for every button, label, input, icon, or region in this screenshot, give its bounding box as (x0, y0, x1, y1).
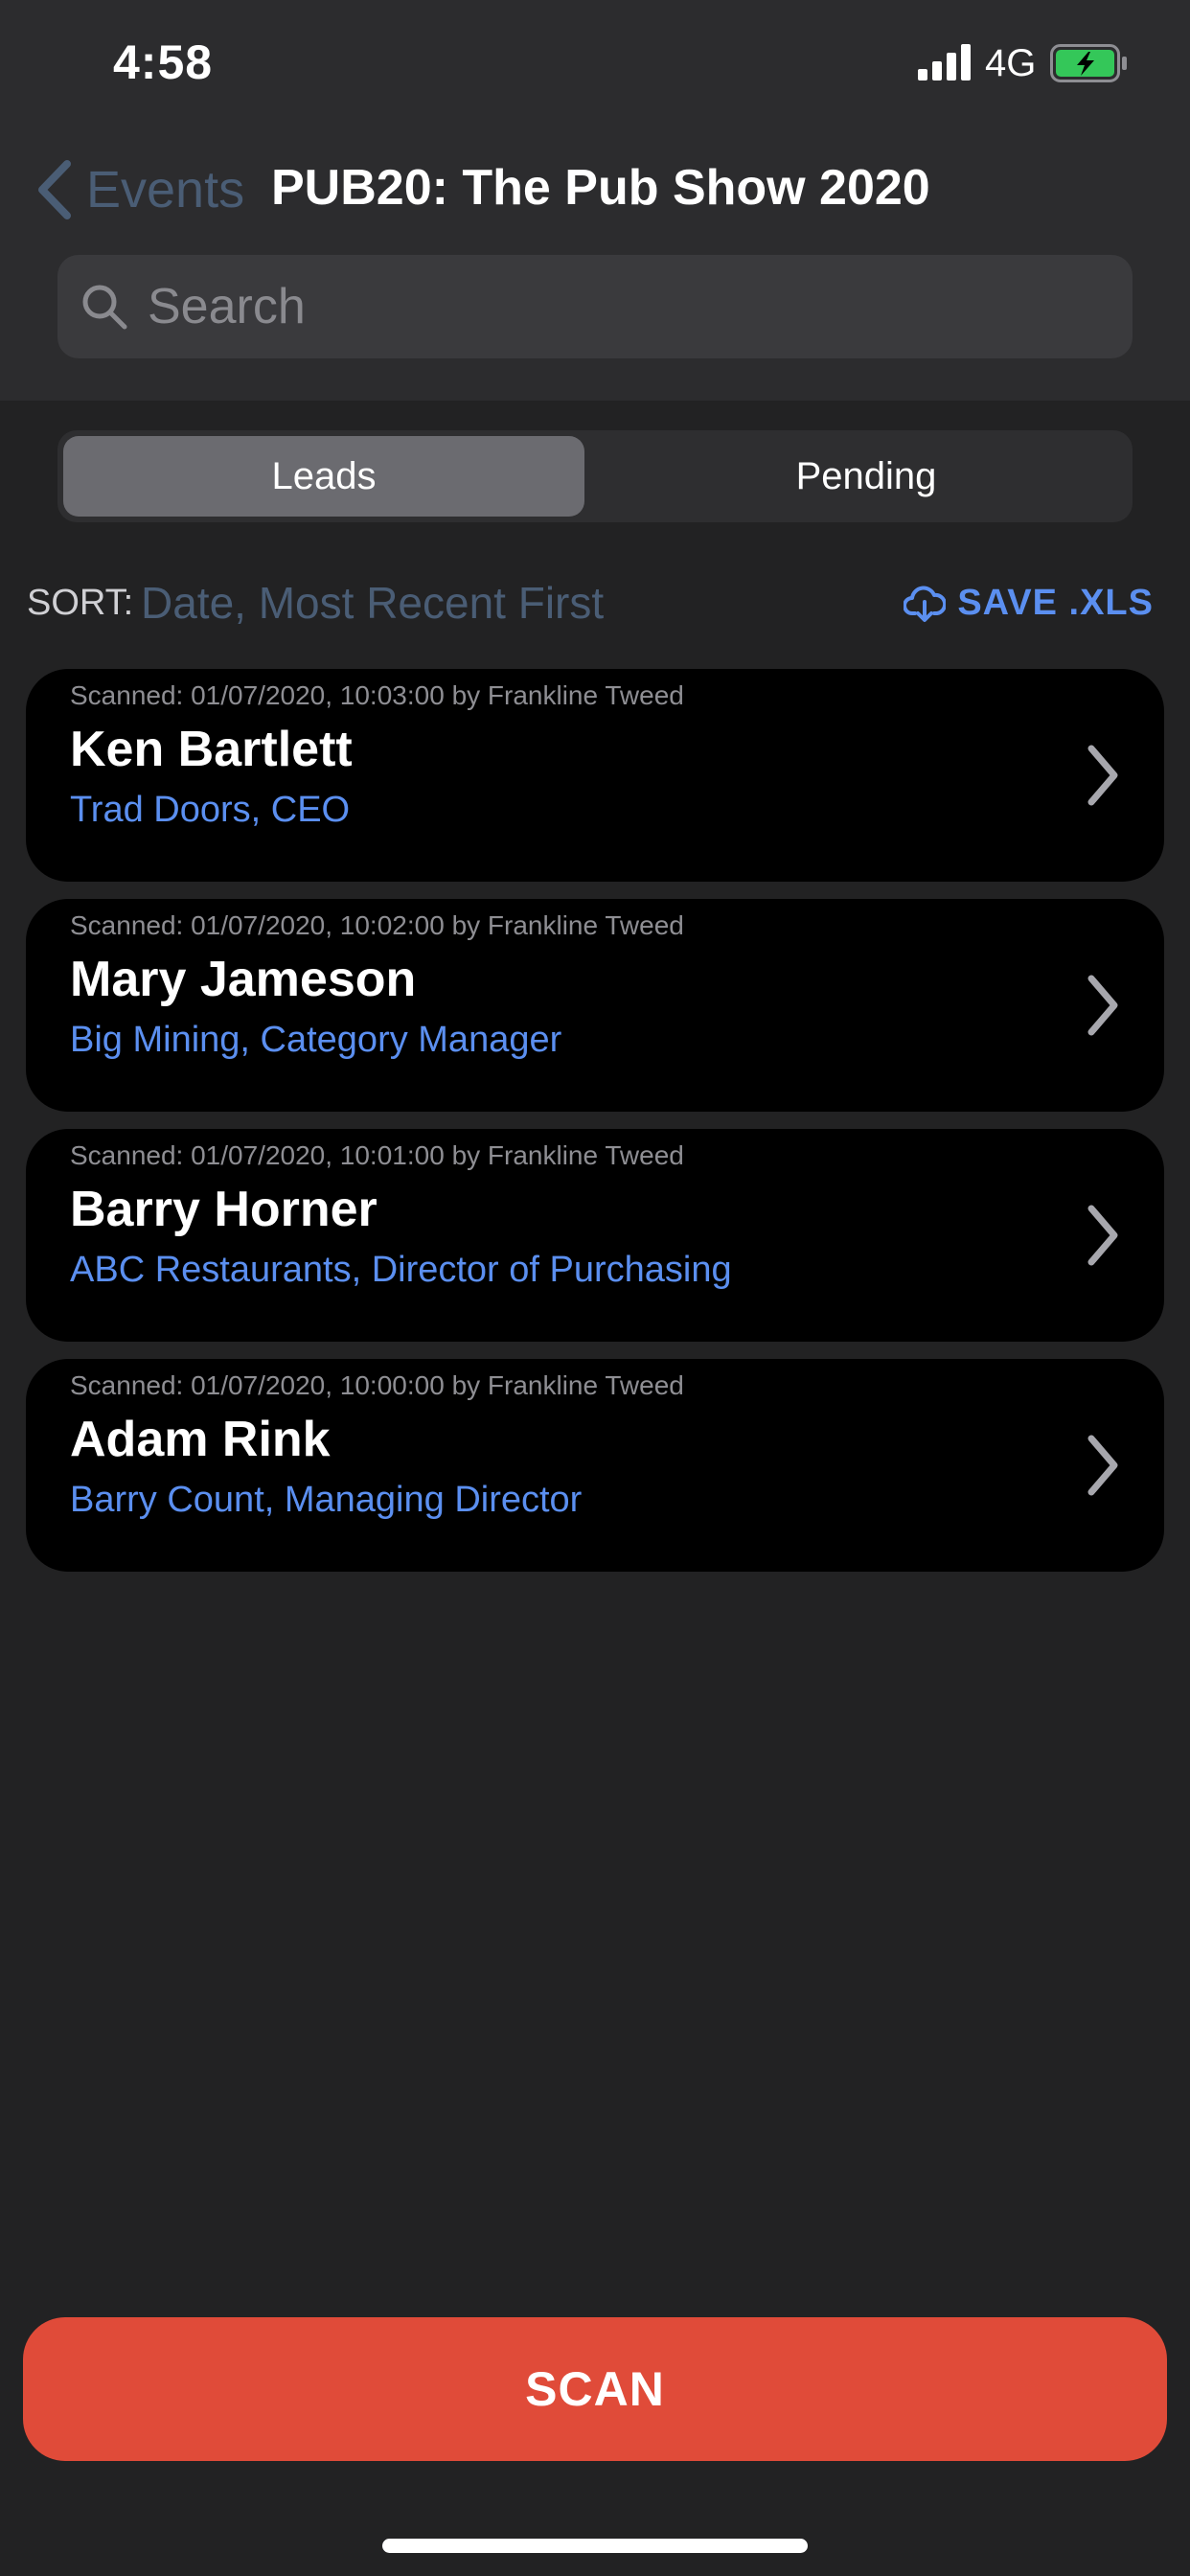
chevron-right-icon (1087, 975, 1118, 1036)
cellular-signal-icon (918, 44, 971, 80)
lead-company: Trad Doors, CEO (70, 790, 351, 830)
header-area: 4:58 4G Events PUB20: The Pub Show 2020 (0, 0, 1190, 401)
chevron-left-icon (38, 160, 71, 219)
save-xls-button[interactable]: SAVE .XLS (904, 583, 1154, 624)
lead-name: Mary Jameson (70, 952, 417, 1007)
chevron-right-icon (1087, 1205, 1118, 1266)
lead-company: ABC Restaurants, Director of Purchasing (70, 1250, 732, 1290)
lead-name: Ken Bartlett (70, 722, 353, 777)
lead-scanned-info: Scanned: 01/07/2020, 10:03:00 by Frankli… (70, 680, 684, 710)
back-button-label: Events (86, 161, 245, 218)
save-xls-label: SAVE .XLS (957, 583, 1154, 623)
search-icon (82, 285, 127, 330)
status-bar: 4:58 4G (0, 0, 1190, 134)
search-input[interactable] (146, 277, 1108, 336)
lead-company: Big Mining, Category Manager (70, 1020, 562, 1060)
sort-label: SORT: (27, 583, 134, 623)
lead-name: Adam Rink (70, 1412, 331, 1467)
status-time: 4:58 (113, 35, 214, 89)
lead-card[interactable]: Scanned: 01/07/2020, 10:01:00 by Frankli… (26, 1129, 1164, 1342)
lead-card[interactable]: Scanned: 01/07/2020, 10:03:00 by Frankli… (26, 669, 1164, 882)
home-indicator[interactable] (382, 2539, 808, 2553)
page-title: PUB20: The Pub Show 2020 (271, 160, 930, 216)
tab-pending[interactable]: Pending (606, 436, 1127, 517)
lead-scanned-info: Scanned: 01/07/2020, 10:00:00 by Frankli… (70, 1370, 684, 1400)
battery-charging-icon (1050, 44, 1127, 82)
lead-scanned-info: Scanned: 01/07/2020, 10:02:00 by Frankli… (70, 910, 684, 940)
lead-scanned-info: Scanned: 01/07/2020, 10:01:00 by Frankli… (70, 1140, 684, 1170)
search-bar[interactable] (57, 255, 1133, 358)
chevron-right-icon (1087, 745, 1118, 806)
back-button[interactable]: Events (34, 153, 244, 226)
chevron-right-icon (1087, 1435, 1118, 1496)
tab-leads[interactable]: Leads (63, 436, 584, 517)
network-type: 4G (985, 42, 1037, 84)
scan-button[interactable]: SCAN (23, 2317, 1167, 2461)
lead-card[interactable]: Scanned: 01/07/2020, 10:00:00 by Frankli… (26, 1359, 1164, 1572)
lead-tabs: Leads Pending (57, 430, 1133, 522)
lead-name: Barry Horner (70, 1182, 378, 1237)
lead-card[interactable]: Scanned: 01/07/2020, 10:02:00 by Frankli… (26, 899, 1164, 1112)
lead-list: Scanned: 01/07/2020, 10:03:00 by Frankli… (26, 669, 1164, 1589)
sort-selector[interactable]: Date, Most Recent First (141, 577, 604, 629)
cloud-download-icon (904, 586, 947, 622)
lead-company: Barry Count, Managing Director (70, 1480, 583, 1520)
